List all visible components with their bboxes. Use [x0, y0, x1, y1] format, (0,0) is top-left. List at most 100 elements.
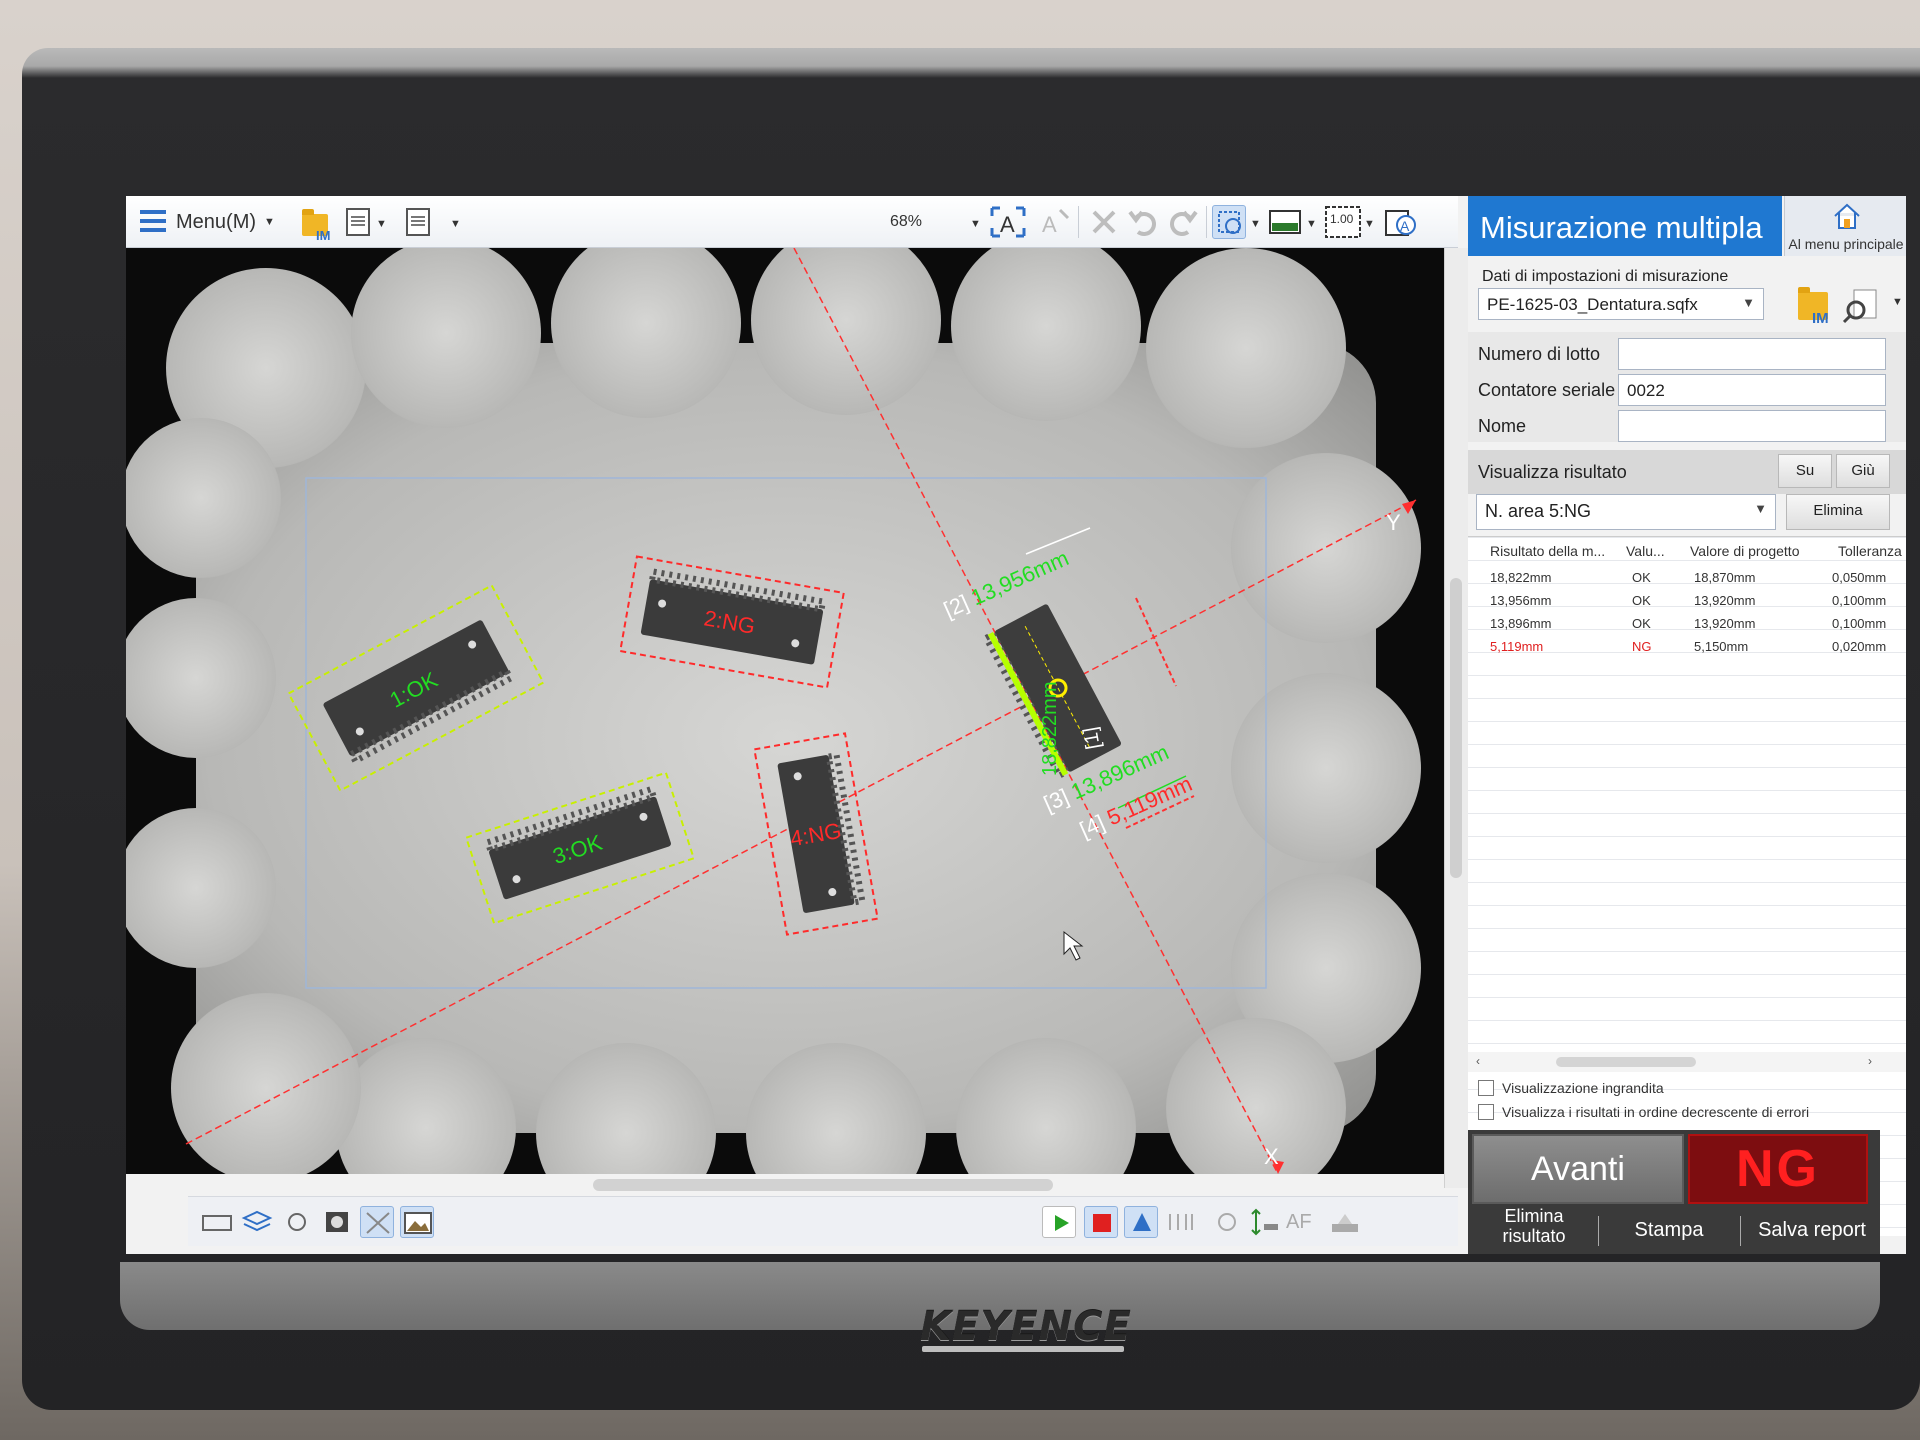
- auto-text-icon[interactable]: A: [988, 204, 1028, 240]
- toolbar-separator: [1078, 206, 1079, 238]
- camera-settings-icon[interactable]: [320, 1206, 354, 1238]
- stage-icon: [1328, 1206, 1362, 1238]
- chevron-down-icon[interactable]: ▼: [1892, 296, 1903, 308]
- cell-judge: NG: [1632, 639, 1652, 654]
- svg-text:A: A: [1000, 212, 1015, 237]
- settings-file-select[interactable]: PE-1625-03_Dentatura.sqfx ▼: [1478, 288, 1764, 320]
- delete-button[interactable]: Elimina: [1786, 494, 1890, 530]
- sort-errors-label: Visualizza i risultati in ordine decresc…: [1502, 1104, 1810, 1120]
- horizontal-scrollbar[interactable]: [188, 1174, 1444, 1196]
- undo-icon: [1128, 210, 1156, 236]
- image-icon[interactable]: [400, 1206, 434, 1238]
- delete-result-label-2: risultato: [1502, 1226, 1566, 1246]
- chevron-down-icon[interactable]: ▼: [1250, 218, 1261, 230]
- panel-title: Misurazione multipla: [1468, 196, 1782, 256]
- next-button[interactable]: Avanti: [1472, 1134, 1684, 1204]
- svg-text:A: A: [1042, 212, 1057, 237]
- lot-input[interactable]: [1618, 338, 1886, 370]
- toolbar: Menu(M) ▼ IM ▼ ▼ 68% ▼ A A ▼ ▼ 1.00 ▼ A: [126, 196, 1458, 248]
- action-separator: [1598, 1216, 1599, 1246]
- table-row[interactable]: 13,896mm OK 13,920mm 0,100mm: [1468, 612, 1906, 635]
- enlarged-view-checkbox[interactable]: [1478, 1080, 1494, 1096]
- down-button[interactable]: Giù: [1836, 454, 1890, 488]
- column-header[interactable]: Risultato della m...: [1490, 543, 1605, 559]
- menu-button[interactable]: Menu(M) ▼: [176, 206, 275, 238]
- zoom-level[interactable]: 68%: [890, 206, 922, 238]
- cell-result: 13,896mm: [1490, 616, 1552, 631]
- area-select[interactable]: N. area 5:NG ▼: [1476, 494, 1776, 530]
- serial-input[interactable]: 0022: [1618, 374, 1886, 406]
- scroll-thumb[interactable]: [593, 1179, 1053, 1191]
- chevron-down-icon[interactable]: ▼: [1306, 218, 1317, 230]
- vertical-scrollbar[interactable]: [1444, 248, 1468, 1188]
- x-axis-label: X: [1264, 1144, 1279, 1169]
- cell-tolerance: 0,100mm: [1832, 593, 1887, 608]
- table-row-ng[interactable]: 5,119mm NG 5,150mm 0,020mm: [1468, 635, 1906, 658]
- svg-text:1.00: 1.00: [1330, 212, 1354, 226]
- settings-im-tag: IM: [1812, 310, 1829, 327]
- chevron-down-icon[interactable]: ▼: [450, 218, 461, 230]
- save-document-icon[interactable]: [346, 208, 370, 236]
- table-row[interactable]: 18,822mm OK 18,870mm 0,050mm: [1468, 566, 1906, 589]
- result-section-label: Visualizza risultato: [1478, 462, 1627, 482]
- main-menu-button[interactable]: Al menu principale: [1784, 196, 1906, 256]
- scroll-right-icon[interactable]: ›: [1868, 1054, 1872, 1068]
- field-of-view: [126, 225, 1421, 1223]
- measurement-1-value-group[interactable]: 18,822mm: [1039, 682, 1061, 777]
- height-icon: [1248, 1206, 1282, 1238]
- text-disabled-icon: A: [1042, 208, 1070, 237]
- cell-result: 18,822mm: [1490, 570, 1552, 585]
- chevron-down-icon: ▼: [1742, 295, 1755, 310]
- play-icon[interactable]: [1042, 1206, 1076, 1238]
- name-label: Nome: [1478, 416, 1527, 436]
- table-header: Risultato della m... Valu... Valore di p…: [1468, 538, 1906, 564]
- tools-icon[interactable]: [280, 1206, 314, 1238]
- column-header[interactable]: Valu...: [1626, 543, 1665, 559]
- measure-mode-icon[interactable]: [360, 1206, 394, 1238]
- print-document-icon[interactable]: [406, 208, 430, 236]
- scroll-thumb[interactable]: [1450, 578, 1462, 878]
- scale-button[interactable]: 1.00: [1324, 205, 1361, 239]
- cell-design: 13,920mm: [1694, 593, 1756, 608]
- delete-result-label-1: Elimina: [1504, 1206, 1564, 1226]
- screen: Menu(M) ▼ IM ▼ ▼ 68% ▼ A A ▼ ▼ 1.00 ▼ A …: [126, 196, 1906, 1254]
- brightness-button[interactable]: [1268, 205, 1302, 239]
- chevron-down-icon[interactable]: ▼: [376, 218, 387, 230]
- column-header[interactable]: Valore di progetto: [1690, 543, 1799, 559]
- focus-grid-icon: [1164, 1206, 1198, 1238]
- home-icon: [1834, 203, 1860, 229]
- image-viewport[interactable]: X Y 1:OK 2:NG 3:OK 4:NG [2] 13,956mm 18,…: [126, 225, 1444, 1223]
- action-separator: [1740, 1216, 1741, 1246]
- up-button[interactable]: Su: [1778, 454, 1832, 488]
- keyboard-icon[interactable]: [200, 1206, 234, 1238]
- hamburger-menu-icon[interactable]: [140, 210, 166, 232]
- print-button[interactable]: Stampa: [1604, 1208, 1734, 1254]
- scroll-left-icon[interactable]: ‹: [1476, 1054, 1480, 1068]
- cell-judge: OK: [1632, 616, 1651, 631]
- search-file-icon[interactable]: [1840, 286, 1890, 326]
- table-hscroll[interactable]: ‹ ›: [1468, 1052, 1906, 1072]
- delete-result-button[interactable]: Elimina risultato: [1474, 1206, 1594, 1252]
- text-settings-button[interactable]: A: [1382, 205, 1416, 239]
- select-tool-button[interactable]: [1212, 205, 1246, 239]
- layers-icon[interactable]: [240, 1206, 274, 1238]
- cell-judge: OK: [1632, 570, 1651, 585]
- zoom-dropdown-icon[interactable]: ▼: [970, 218, 981, 230]
- autofocus-icon: AF: [1286, 1211, 1312, 1233]
- sort-errors-checkbox[interactable]: [1478, 1104, 1494, 1120]
- y-axis-label: Y: [1386, 510, 1401, 535]
- table-row[interactable]: 13,956mm OK 13,920mm 0,100mm: [1468, 589, 1906, 612]
- settings-file-value: PE-1625-03_Dentatura.sqfx: [1487, 295, 1698, 314]
- stage-up-icon[interactable]: [1124, 1206, 1158, 1238]
- measurement-panel: Misurazione multipla Al menu principale …: [1468, 196, 1906, 1254]
- save-report-button[interactable]: Salva report: [1744, 1208, 1880, 1254]
- stop-icon[interactable]: [1084, 1206, 1118, 1238]
- measurement-1-tag-group: [1]: [1079, 725, 1105, 751]
- cell-tolerance: 0,020mm: [1832, 639, 1887, 654]
- name-input[interactable]: [1618, 410, 1886, 442]
- scroll-thumb[interactable]: [1556, 1057, 1696, 1067]
- menu-label: Menu(M): [176, 210, 257, 233]
- chevron-down-icon[interactable]: ▼: [1364, 218, 1375, 230]
- measurement-canvas[interactable]: X Y 1:OK 2:NG 3:OK 4:NG [2] 13,956mm 18,…: [126, 225, 1444, 1223]
- column-header[interactable]: Tolleranza: [1838, 543, 1902, 559]
